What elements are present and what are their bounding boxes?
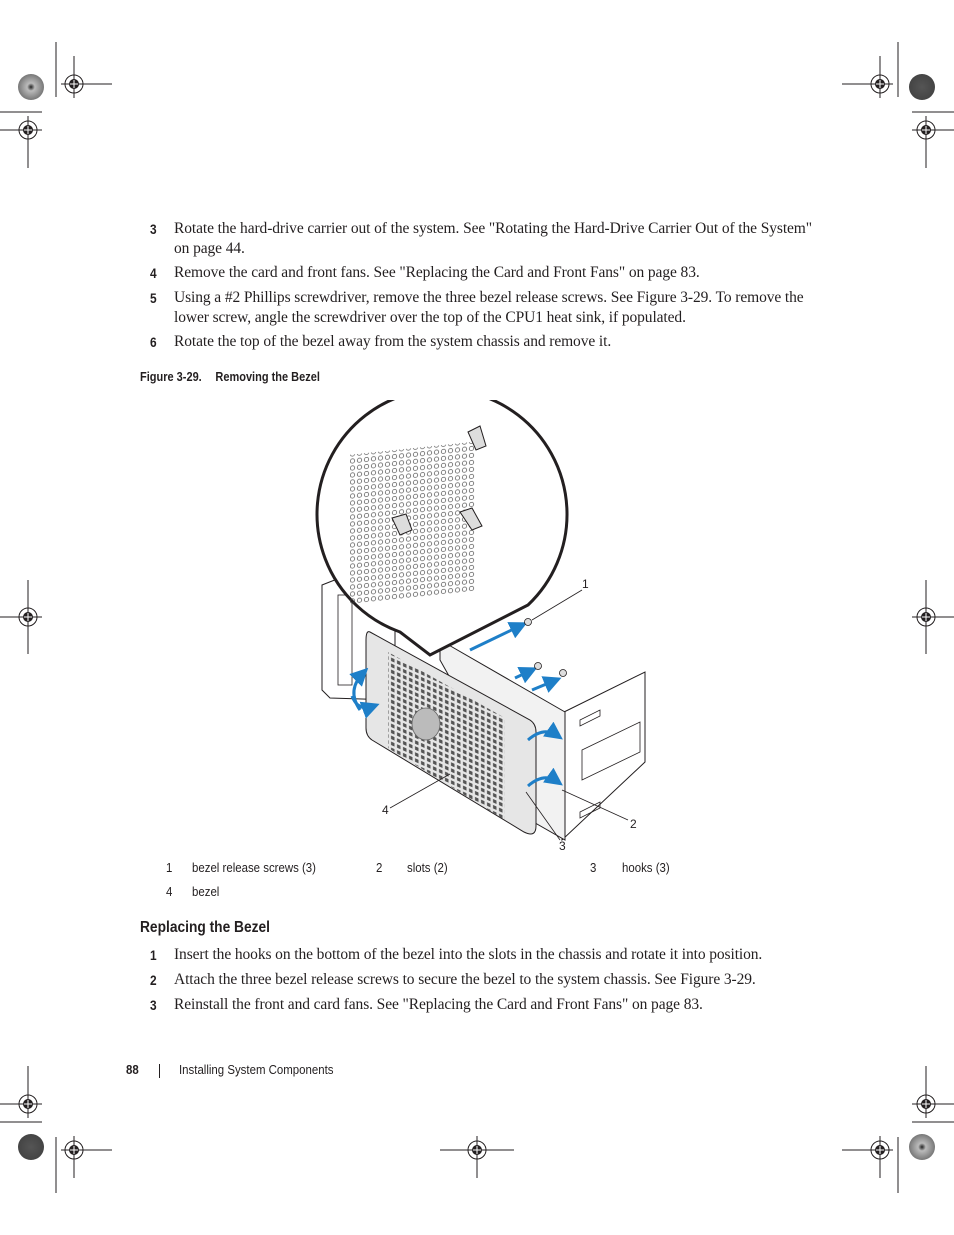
step-number: 2 xyxy=(150,972,157,988)
legend-text: hooks (3) xyxy=(622,860,670,875)
crop-mark-bottom-right xyxy=(842,1066,954,1193)
footer-divider xyxy=(159,1064,160,1078)
callout-1: 1 xyxy=(582,577,589,591)
step-5: 5 Using a #2 Phillips screwdriver, remov… xyxy=(150,288,830,328)
callout-3: 3 xyxy=(559,839,566,853)
callout-2: 2 xyxy=(630,817,637,831)
figure-caption: Figure 3-29. Removing the Bezel xyxy=(140,370,320,384)
step-number: 6 xyxy=(150,334,157,350)
figure-label: Figure 3-29. xyxy=(140,370,202,384)
section-heading: Replacing the Bezel xyxy=(140,919,270,936)
legend-num: 2 xyxy=(376,860,383,875)
replace-step-3: 3 Reinstall the front and card fans. See… xyxy=(150,995,830,1015)
legend-num: 4 xyxy=(166,884,173,899)
crop-mark-top-left xyxy=(0,42,112,168)
step-text: Rotate the hard-drive carrier out of the… xyxy=(174,220,812,257)
bezel-removal-illustration: 1 2 3 4 xyxy=(315,400,646,853)
legend-text: slots (2) xyxy=(407,860,448,875)
page-number: 88 xyxy=(126,1062,139,1077)
crop-mark-mid-left xyxy=(0,580,42,654)
step-number: 1 xyxy=(150,947,157,963)
step-number: 4 xyxy=(150,265,157,281)
legend-text: bezel xyxy=(192,884,220,899)
step-6: 6 Rotate the top of the bezel away from … xyxy=(150,332,830,352)
step-text: Using a #2 Phillips screwdriver, remove … xyxy=(174,289,804,326)
step-number: 5 xyxy=(150,290,157,306)
legend-num: 1 xyxy=(166,860,173,875)
replace-step-1: 1 Insert the hooks on the bottom of the … xyxy=(150,945,830,965)
callout-4: 4 xyxy=(382,803,389,817)
screw-icon xyxy=(524,618,567,677)
step-text: Attach the three bezel release screws to… xyxy=(174,971,756,988)
step-3: 3 Rotate the hard-drive carrier out of t… xyxy=(150,219,830,259)
step-text: Insert the hooks on the bottom of the be… xyxy=(174,946,763,963)
legend-text: bezel release screws (3) xyxy=(192,860,316,875)
step-number: 3 xyxy=(150,997,157,1013)
figure-title: Removing the Bezel xyxy=(215,370,320,384)
step-text: Reinstall the front and card fans. See "… xyxy=(174,996,703,1013)
step-text: Rotate the top of the bezel away from th… xyxy=(174,333,612,350)
crop-mark-mid-right xyxy=(912,580,954,654)
step-number: 3 xyxy=(150,221,157,237)
step-text: Remove the card and front fans. See "Rep… xyxy=(174,264,700,281)
step-4: 4 Remove the card and front fans. See "R… xyxy=(150,263,830,283)
crop-mark-bottom-left xyxy=(0,1066,112,1193)
replace-step-2: 2 Attach the three bezel release screws … xyxy=(150,970,830,990)
footer-section-title: Installing System Components xyxy=(179,1062,334,1077)
crop-mark-top-right xyxy=(842,42,954,168)
crop-mark-bottom-center xyxy=(440,1136,514,1178)
legend-num: 3 xyxy=(590,860,597,875)
